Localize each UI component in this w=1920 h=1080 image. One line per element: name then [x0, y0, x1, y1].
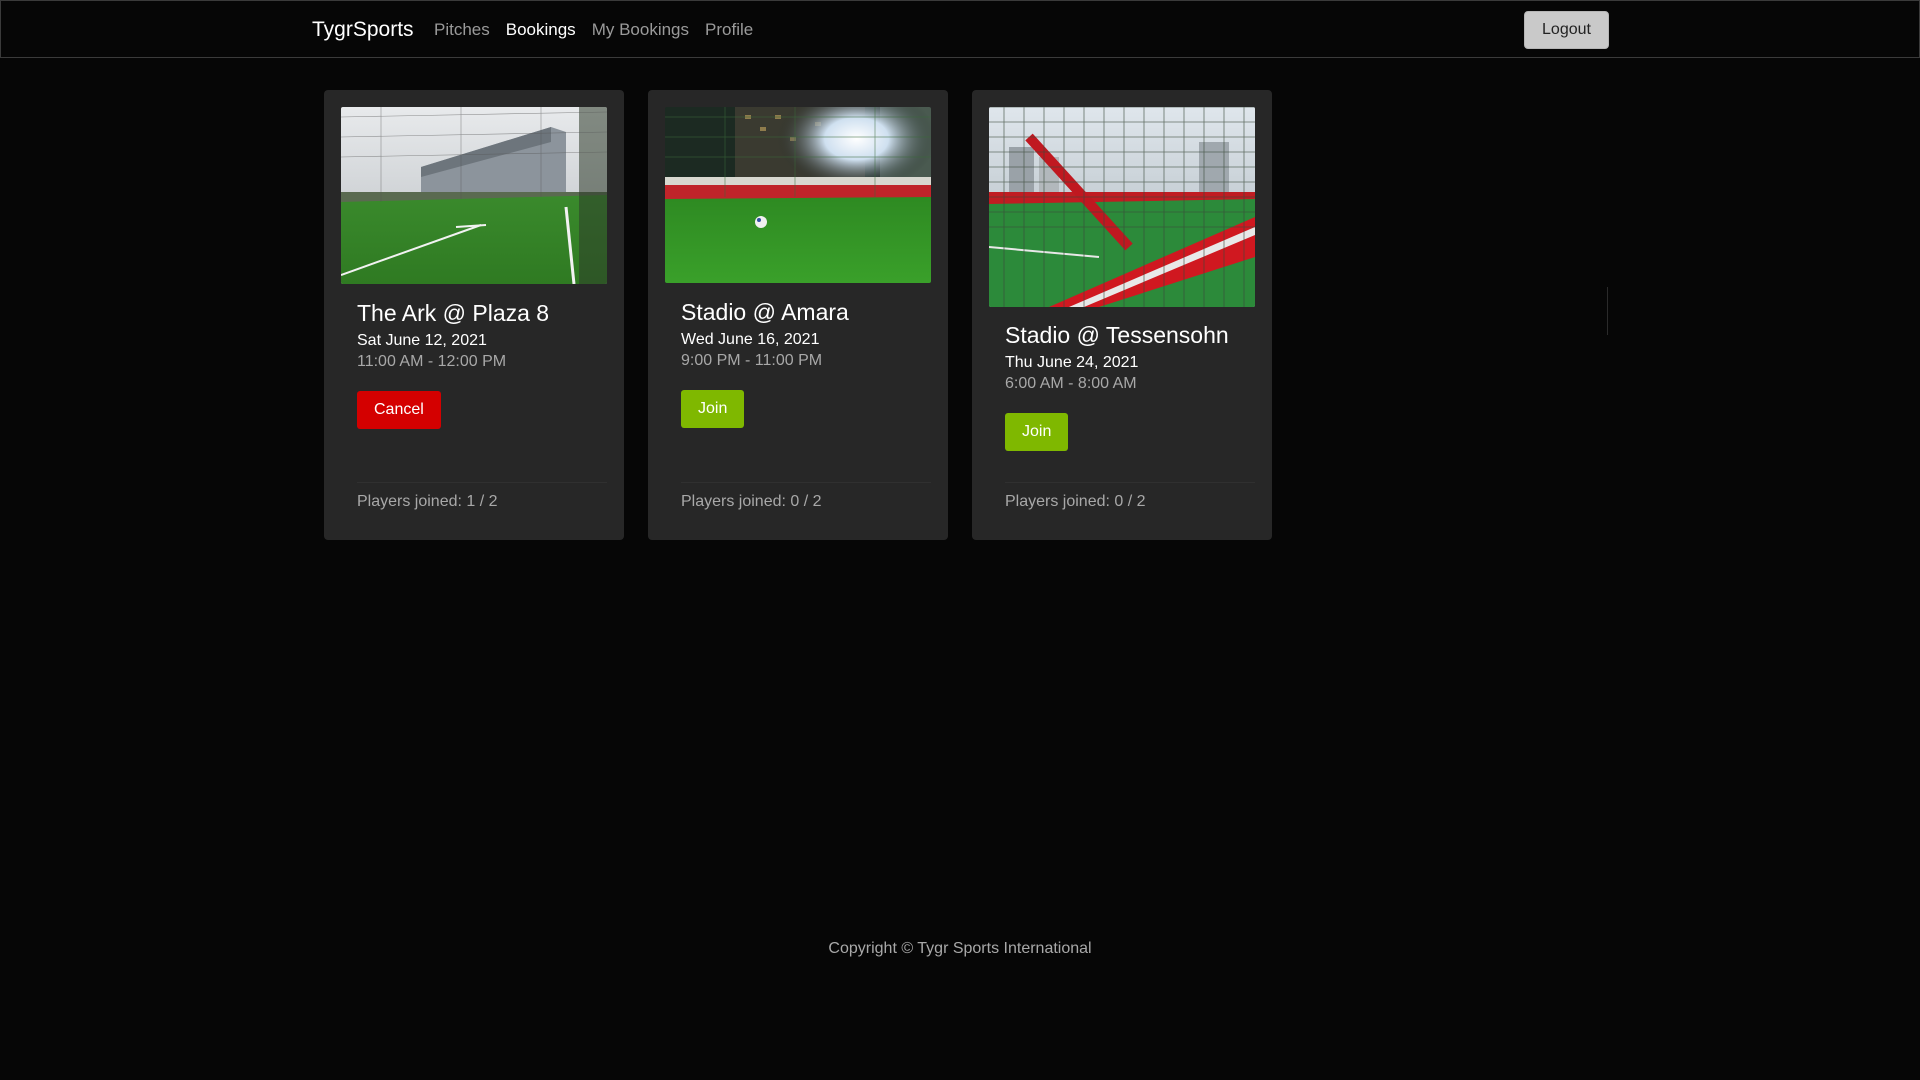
copyright-text: Copyright © Tygr Sports International: [828, 940, 1092, 957]
join-booking-button[interactable]: Join: [1005, 413, 1069, 451]
card-divider: [1005, 482, 1255, 483]
booking-card: Stadio @ Tessensohn Thu June 24, 2021 6:…: [972, 90, 1272, 540]
divider: [1607, 287, 1608, 335]
navbar: TygrSports Pitches Bookings My Bookings …: [0, 0, 1920, 58]
pitch-photo-ark: [341, 107, 607, 284]
bookings-list: The Ark @ Plaza 8 Sat June 12, 2021 11:0…: [324, 90, 1272, 540]
pitch-title: Stadio @ Amara: [681, 299, 849, 325]
brand-logo[interactable]: TygrSports: [312, 18, 414, 42]
pitch-image: [341, 107, 607, 284]
pitch-title: Stadio @ Tessensohn: [1005, 322, 1229, 348]
booking-card: Stadio @ Amara Wed June 16, 2021 9:00 PM…: [648, 90, 948, 540]
nav-link-pitches[interactable]: Pitches: [434, 20, 490, 40]
booking-time: 6:00 AM - 8:00 AM: [1005, 375, 1137, 392]
booking-date: Thu June 24, 2021: [1005, 354, 1139, 371]
nav-link-bookings[interactable]: Bookings: [506, 20, 576, 40]
nav-link-my-bookings[interactable]: My Bookings: [592, 20, 689, 40]
booking-time: 11:00 AM - 12:00 PM: [357, 353, 507, 370]
booking-time: 9:00 PM - 11:00 PM: [681, 352, 823, 369]
booking-date: Sat June 12, 2021: [357, 332, 487, 349]
card-divider: [357, 482, 607, 483]
nav-links: Pitches Bookings My Bookings Profile: [434, 20, 753, 40]
card-divider: [681, 482, 931, 483]
logout-button[interactable]: Logout: [1524, 11, 1609, 49]
join-booking-button[interactable]: Join: [681, 390, 745, 428]
booking-card: The Ark @ Plaza 8 Sat June 12, 2021 11:0…: [324, 90, 624, 540]
players-joined: Players joined: 0 / 2: [681, 493, 822, 510]
nav-link-profile[interactable]: Profile: [705, 20, 753, 40]
cancel-booking-button[interactable]: Cancel: [357, 391, 441, 429]
pitch-photo-tessensohn: [989, 107, 1255, 307]
players-joined: Players joined: 0 / 2: [1005, 493, 1146, 510]
pitch-image: [989, 107, 1255, 307]
booking-date: Wed June 16, 2021: [681, 331, 820, 348]
pitch-image: [665, 107, 931, 283]
players-joined: Players joined: 1 / 2: [357, 493, 498, 510]
pitch-title: The Ark @ Plaza 8: [357, 300, 550, 326]
pitch-photo-amara: [665, 107, 931, 283]
